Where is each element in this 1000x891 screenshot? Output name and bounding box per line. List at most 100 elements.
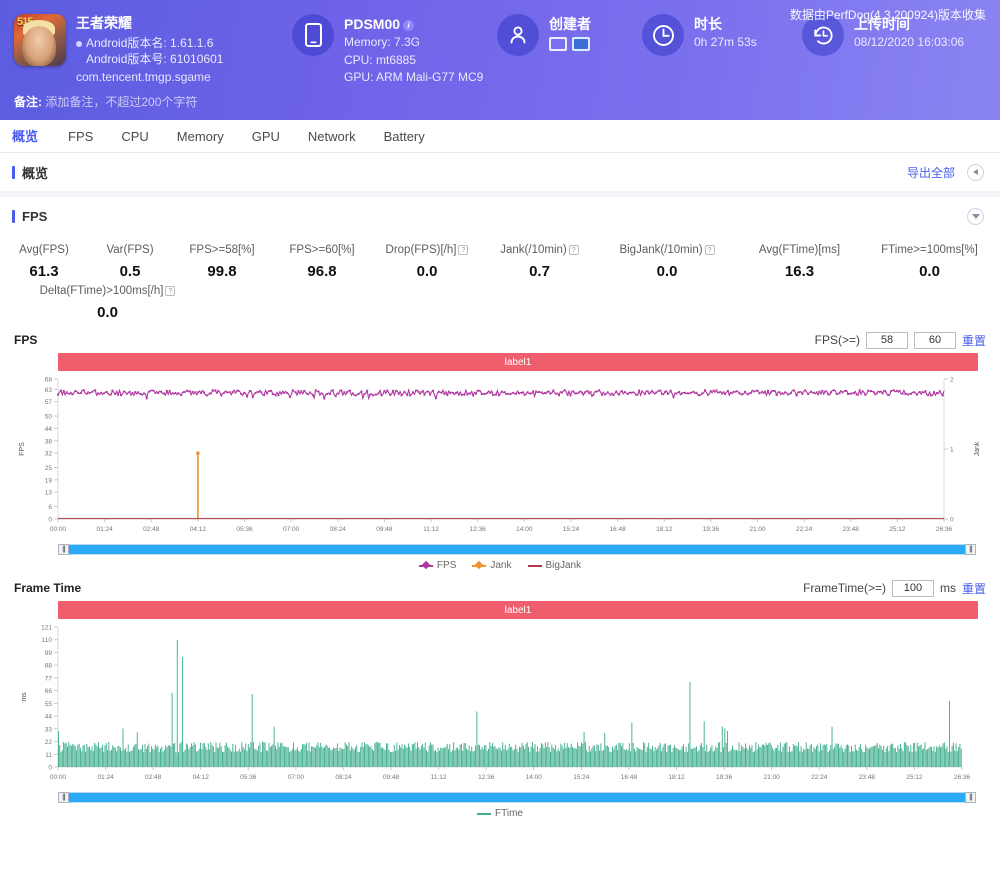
clock-icon — [642, 14, 684, 56]
creator-avatar-1 — [549, 37, 567, 52]
fps-legend: FPS Jank BigJank — [14, 560, 986, 571]
stat-avg-ftime: Avg(FTime)[ms] 16.3 — [737, 241, 862, 282]
ft-scroll-grip-left[interactable]: ||| — [58, 792, 69, 803]
legend-label: FPS — [436, 560, 457, 571]
legend-item-ftime[interactable]: FTime — [477, 808, 523, 819]
stat-value: 61.3 — [29, 263, 59, 280]
fps-plot[interactable]: 68 63 57 50 44 38 32 25 19 13 6 0 2 1 0 00:00 01:24 02:48… — [14, 371, 986, 543]
help-icon[interactable]: ? — [458, 244, 469, 255]
svg-text:110: 110 — [42, 637, 53, 644]
app-info-block: 515 王者荣耀 Android版本名: 1.61.1.6 Android版本号… — [14, 14, 282, 85]
svg-text:21:00: 21:00 — [764, 774, 781, 781]
fps-scroll-grip-right[interactable]: ||| — [965, 544, 976, 555]
fps-stats-row-1: Avg(FPS) 61.3 Var(FPS) 0.5 FPS>=58[%] 99… — [0, 241, 1000, 282]
fps-chart-block: FPS FPS(>=) 重置 label1 68 63 57 50 44 38 32 25 19… — [0, 327, 1000, 575]
legend-item-jank[interactable]: Jank — [472, 560, 512, 571]
help-icon[interactable]: ? — [568, 244, 579, 255]
svg-text:26:36: 26:36 — [954, 774, 971, 781]
help-icon[interactable]: ? — [165, 285, 176, 296]
report-header: 数据由PerfDog(4.3.200924)版本收集 515 王者荣耀 Andr… — [0, 0, 1000, 120]
frametime-legend: FTime — [14, 808, 986, 819]
user-icon — [497, 14, 539, 56]
svg-text:25: 25 — [45, 465, 53, 472]
legend-item-fps[interactable]: FPS — [418, 560, 457, 571]
fps-section-head: FPS — [0, 197, 1000, 235]
legend-marker-ftime — [477, 812, 492, 815]
frametime-plot-wrap: 121 110 99 88 77 66 55 44 33 22 11 0 00:00 01:24 02:48… — [14, 619, 986, 791]
svg-text:14:00: 14:00 — [526, 774, 543, 781]
device-info-block: PDSM00 i Memory: 7.3G CPU: mt6885 GPU: AR… — [292, 14, 487, 86]
svg-text:22:24: 22:24 — [811, 774, 828, 781]
info-icon[interactable]: i — [403, 19, 415, 31]
stat-avg-fps: Avg(FPS) 61.3 — [0, 241, 88, 282]
frametime-plot[interactable]: 121110998877665544332211000:00 01:24 02:48… — [14, 619, 986, 791]
tab-gpu[interactable]: GPU — [238, 120, 294, 153]
app-package-name: com.tencent.tmgp.sgame — [76, 70, 211, 85]
creator-avatar-2 — [572, 37, 590, 52]
stat-fps-ge-60: FPS>=60[%] 96.8 — [272, 241, 372, 282]
svg-text:44: 44 — [45, 714, 53, 721]
svg-text:2: 2 — [950, 377, 954, 384]
tab-network[interactable]: Network — [294, 120, 370, 153]
frametime-unit-label: ms — [939, 581, 956, 595]
fps-threshold-controls: FPS(>=) 重置 — [815, 331, 986, 349]
stat-value: 0.0 — [97, 304, 118, 321]
frametime-reset-link[interactable]: 重置 — [962, 580, 986, 597]
app-version-name-text: Android版本名: 1.61.1.6 — [86, 35, 214, 50]
fps-threshold-input-1[interactable] — [865, 331, 908, 349]
fps-chart-title: FPS — [14, 333, 38, 347]
svg-text:11: 11 — [45, 752, 52, 759]
svg-text:57: 57 — [45, 399, 53, 406]
tab-overview[interactable]: 概览 — [12, 120, 54, 153]
app-icon-art-face — [22, 26, 56, 66]
stat-value: 0.0 — [656, 263, 678, 280]
legend-item-bigjank[interactable]: BigJank — [527, 560, 581, 571]
tab-battery[interactable]: Battery — [370, 120, 439, 153]
collapse-left-button[interactable] — [967, 163, 984, 181]
frametime-timeline-scrollbar[interactable]: ||| ||| — [58, 792, 976, 803]
app-version-code: Android版本号: 61010601 — [76, 51, 223, 67]
fps-collapse-button[interactable] — [967, 207, 984, 225]
fps-threshold-input-2[interactable] — [913, 331, 956, 349]
phone-icon — [292, 14, 334, 56]
frametime-threshold-input[interactable] — [891, 579, 934, 597]
stat-var-fps: Var(FPS) 0.5 — [88, 241, 172, 282]
remark-row[interactable]: 备注: 添加备注，不超过200个字符 — [14, 93, 197, 110]
svg-text:88: 88 — [45, 663, 53, 670]
svg-text:68: 68 — [45, 377, 53, 384]
svg-text:50: 50 — [45, 414, 53, 421]
fps-timeline-scrollbar[interactable]: ||| ||| — [58, 544, 976, 555]
svg-text:1: 1 — [950, 447, 954, 454]
stat-label-text: Jank(/10min) — [500, 244, 567, 256]
fps-stats-row-2: Delta(FTime)>100ms[/h]? 0.0 — [0, 282, 1000, 323]
tab-cpu[interactable]: CPU — [107, 120, 162, 153]
help-icon[interactable]: ? — [704, 244, 715, 255]
svg-text:12:36: 12:36 — [478, 774, 495, 781]
creator-label: 创建者 — [549, 16, 591, 32]
fps-reset-link[interactable]: 重置 — [962, 332, 986, 349]
export-all-link[interactable]: 导出全部 — [907, 164, 955, 181]
ft-scroll-grip-right[interactable]: ||| — [965, 792, 976, 803]
stat-value: 0.7 — [529, 263, 550, 280]
svg-text:15:24: 15:24 — [573, 774, 590, 781]
svg-text:26:36: 26:36 — [936, 526, 953, 533]
svg-text:77: 77 — [45, 675, 53, 682]
app-name: 王者荣耀 — [76, 15, 132, 31]
device-memory: Memory: 7.3G — [344, 35, 421, 50]
frametime-label-banner[interactable]: label1 — [58, 601, 978, 619]
svg-text:01:24: 01:24 — [96, 526, 113, 533]
fps-label-banner[interactable]: label1 — [58, 353, 978, 371]
svg-text:09:48: 09:48 — [376, 526, 393, 533]
fps-scroll-grip-left[interactable]: ||| — [58, 544, 69, 555]
frametime-chart-block: Frame Time FrameTime(>=) ms 重置 label1 12… — [0, 575, 1000, 823]
tab-memory[interactable]: Memory — [163, 120, 238, 153]
tab-fps[interactable]: FPS — [54, 120, 107, 153]
stat-label: Var(FPS) — [106, 244, 154, 256]
stat-label: FPS>=60[%] — [289, 244, 355, 256]
svg-text:15:24: 15:24 — [563, 526, 580, 533]
stat-value: 16.3 — [784, 263, 815, 280]
stat-label: FTime>=100ms[%] — [881, 244, 978, 256]
svg-text:16:48: 16:48 — [609, 526, 626, 533]
svg-text:ms: ms — [21, 692, 28, 702]
svg-text:0: 0 — [48, 765, 52, 772]
